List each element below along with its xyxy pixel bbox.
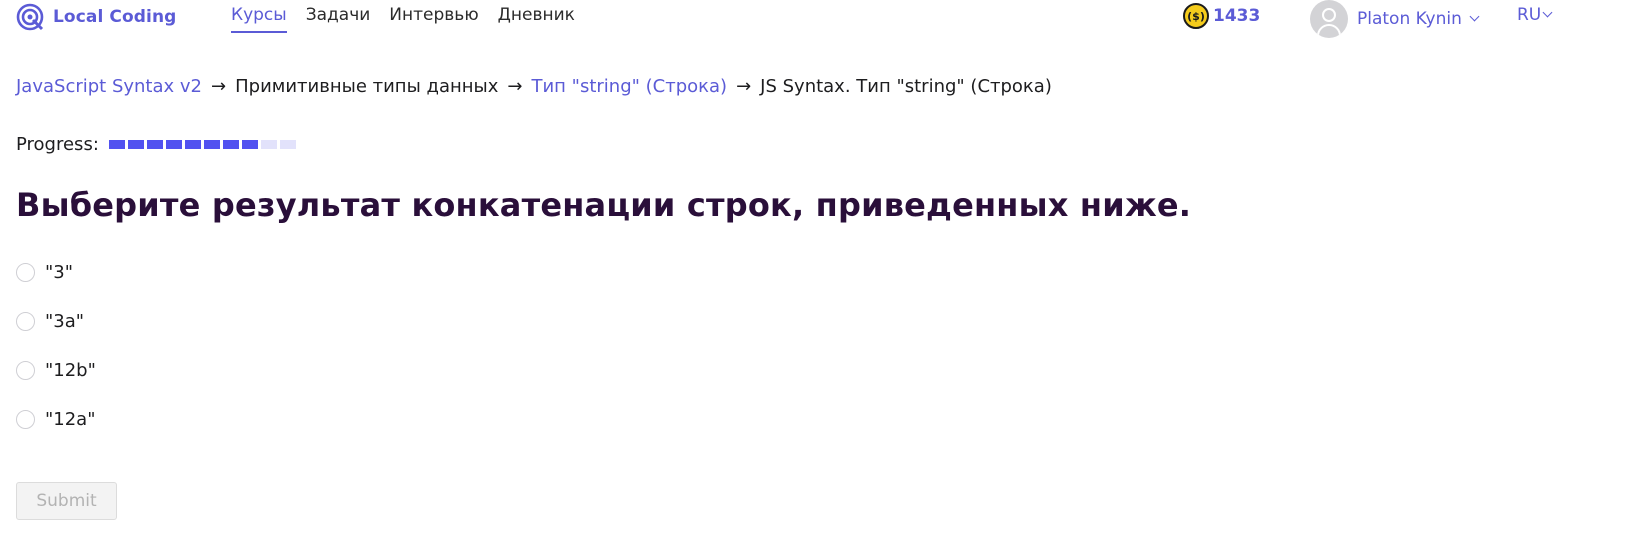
user-avatar-icon	[1310, 0, 1348, 38]
progress-segment-filled	[165, 140, 182, 149]
coin-icon: ($)	[1183, 3, 1209, 29]
answer-option[interactable]: "12a"	[16, 408, 96, 430]
question-title: Выберите результат конкатенации строк, п…	[16, 186, 1192, 224]
progress-segment-empty	[260, 140, 277, 149]
breadcrumb-arrow-icon: →	[736, 76, 752, 97]
logo-text: Local Coding	[53, 7, 177, 27]
progress-segment-empty	[279, 140, 296, 149]
breadcrumb-arrow-icon: →	[507, 76, 523, 97]
breadcrumb: JavaScript Syntax v2 → Примитивные типы …	[16, 76, 1052, 97]
local-coding-logo-icon	[16, 3, 44, 31]
answer-option-label: "12a"	[45, 408, 96, 430]
logo[interactable]: Local Coding	[16, 3, 176, 31]
chevron-down-icon	[1469, 11, 1480, 22]
chevron-down-icon	[1542, 7, 1553, 18]
breadcrumb-topic[interactable]: Тип "string" (Строка)	[531, 76, 727, 97]
radio-button[interactable]	[16, 360, 35, 380]
progress-segment-filled	[222, 140, 239, 149]
progress-segment-filled	[108, 140, 125, 149]
user-menu[interactable]: Platon Kynin	[1310, 0, 1480, 38]
progress-segment-filled	[203, 140, 220, 149]
breadcrumb-section: Примитивные типы данных	[235, 76, 499, 97]
answer-option-label: "3a"	[45, 310, 85, 332]
progress-segment-filled	[146, 140, 163, 149]
breadcrumb-course[interactable]: JavaScript Syntax v2	[16, 76, 202, 97]
language-selector[interactable]: RU	[1517, 5, 1553, 25]
nav-item-interview[interactable]: Интервью	[389, 5, 478, 33]
main-nav: Курсы Задачи Интервью Дневник	[231, 5, 575, 33]
progress-segment-filled	[184, 140, 201, 149]
user-name: Platon Kynin	[1357, 9, 1462, 29]
answer-option[interactable]: "3"	[16, 261, 96, 283]
submit-button[interactable]: Submit	[16, 482, 117, 520]
top-header: Local Coding Курсы Задачи Интервью Дневн…	[0, 0, 1651, 38]
nav-item-tasks[interactable]: Задачи	[306, 5, 371, 33]
progress-indicator: Progress:	[16, 134, 296, 155]
answer-option[interactable]: "12b"	[16, 359, 96, 381]
nav-item-diary[interactable]: Дневник	[498, 5, 575, 33]
progress-segment-filled	[127, 140, 144, 149]
radio-button[interactable]	[16, 311, 35, 331]
coin-balance[interactable]: ($) 1433	[1183, 3, 1260, 29]
coin-count: 1433	[1213, 6, 1261, 26]
language-label: RU	[1517, 5, 1542, 25]
progress-label: Progress:	[16, 134, 99, 155]
radio-button[interactable]	[16, 262, 35, 282]
nav-item-courses[interactable]: Курсы	[231, 5, 287, 33]
progress-bar	[108, 140, 296, 149]
breadcrumb-arrow-icon: →	[211, 76, 227, 97]
answer-option-label: "3"	[45, 261, 74, 283]
answer-option[interactable]: "3a"	[16, 310, 96, 332]
radio-button[interactable]	[16, 409, 35, 429]
answer-option-label: "12b"	[45, 359, 96, 381]
progress-segment-filled	[241, 140, 258, 149]
breadcrumb-current: JS Syntax. Тип "string" (Строка)	[760, 76, 1052, 97]
answer-options: "3" "3a" "12b" "12a"	[16, 261, 96, 457]
